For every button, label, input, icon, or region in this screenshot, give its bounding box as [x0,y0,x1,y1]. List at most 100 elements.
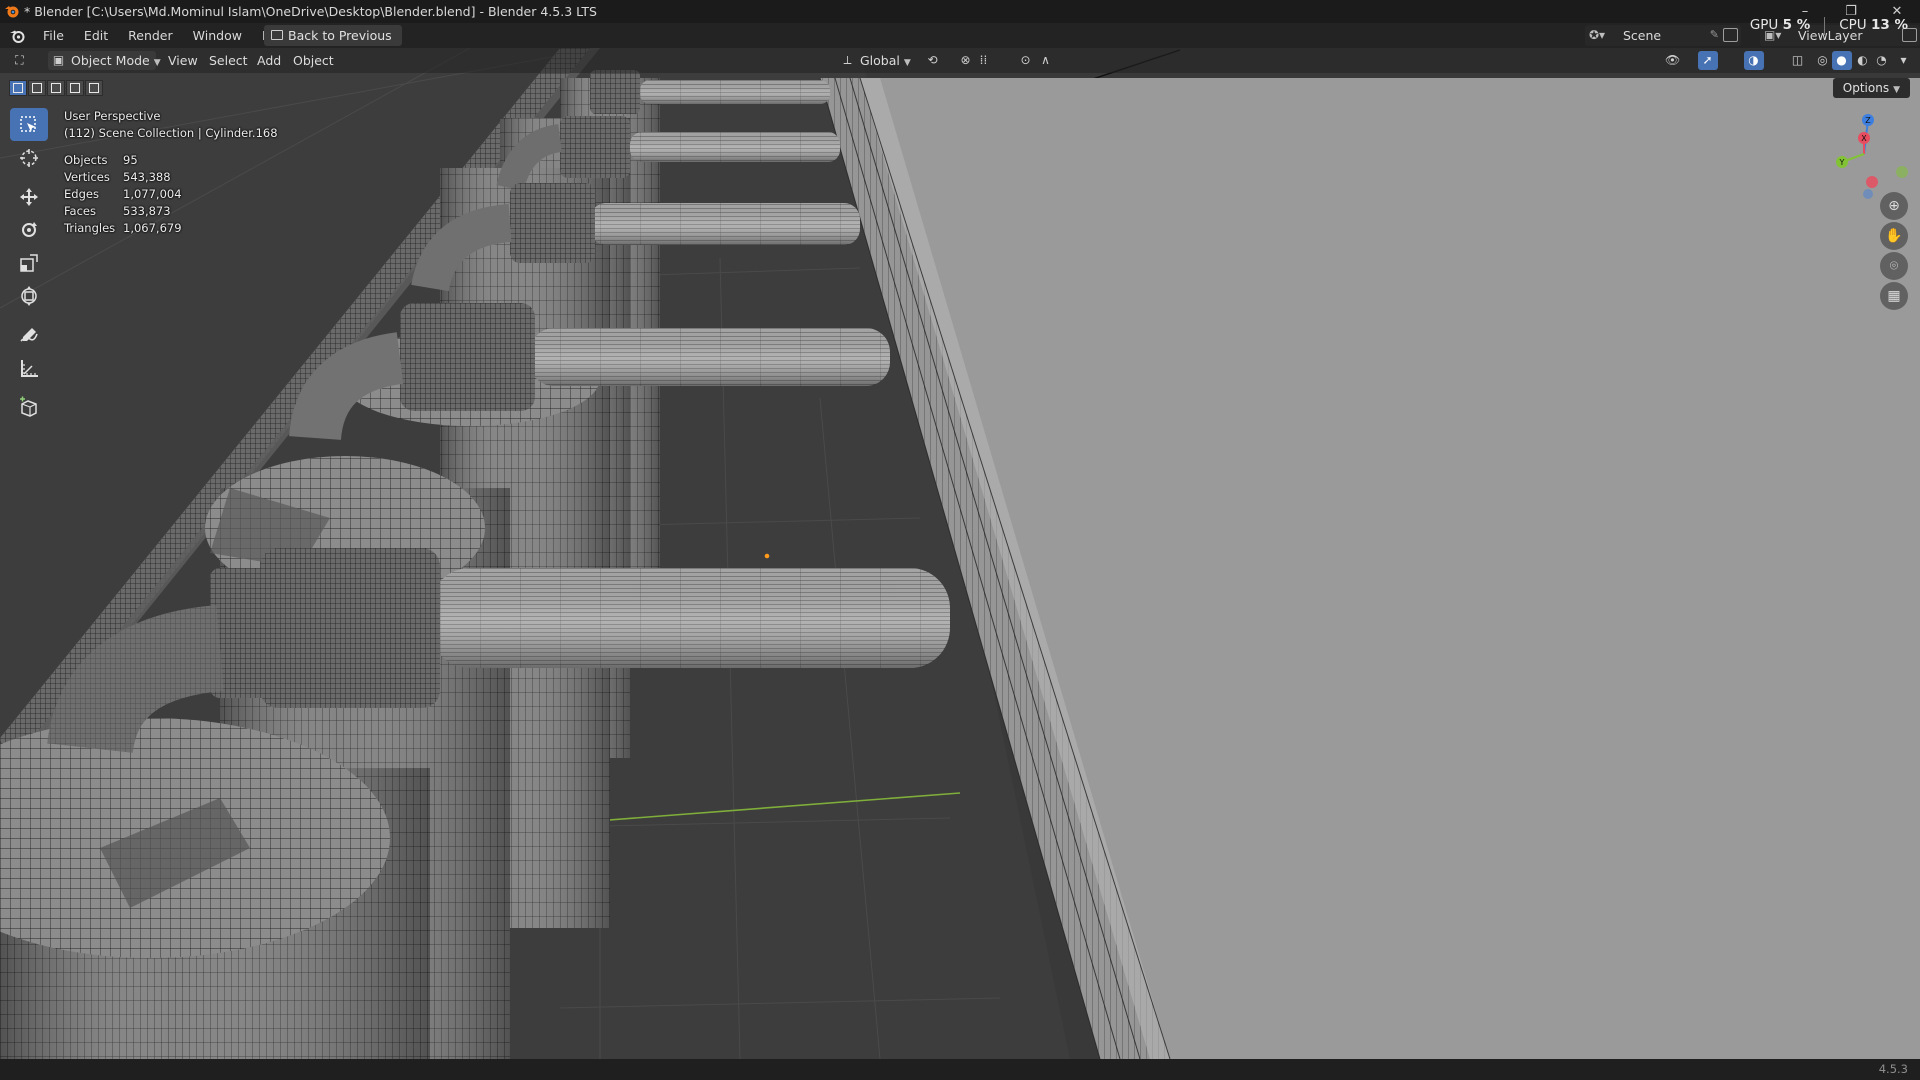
stat-value: 543,388 [123,170,171,184]
pan-hand-icon[interactable]: ✋ [1880,222,1908,250]
proportional-editing-icon[interactable]: ⊙ [1018,53,1033,68]
transform-tool[interactable] [10,279,48,312]
mode-label: Object Mode ▼ [71,53,161,68]
scale-tool[interactable] [10,246,48,279]
back-to-previous-label: Back to Previous [288,28,392,43]
falloff-icon[interactable]: ∧ [1038,53,1053,68]
pin-icon[interactable]: ✎ [1710,28,1719,41]
pivot-point-icon[interactable]: ⟲ [925,53,940,68]
navigation-buttons: ⊕ ✋ ⌾ ▦ [1880,192,1910,312]
zoom-icon[interactable]: ⊕ [1880,192,1908,220]
select-invert-icon[interactable] [66,80,84,96]
stat-label: Objects [64,153,108,167]
stat-label: Faces [64,204,96,218]
visibility-icon[interactable]: 👁 [1665,53,1680,68]
scene-selector[interactable]: ✪▾ Scene ✎ [1585,25,1741,46]
new-scene-icon[interactable] [1723,28,1738,42]
select-box-tool[interactable] [10,108,48,141]
move-icon [20,187,38,206]
material-shading-icon[interactable]: ◐ [1855,53,1870,68]
transform-icon [21,285,37,306]
performance-monitor: GPU 5 % CPU 13 % [1750,17,1908,35]
perspective-toggle-icon[interactable]: ▦ [1880,282,1908,310]
menu-render[interactable]: Render [118,23,183,48]
add-cube-tool[interactable] [10,390,48,423]
select-box-icon [20,115,36,132]
cursor-tool[interactable] [10,141,48,174]
measure-tool[interactable] [10,351,48,384]
menu-edit[interactable]: Edit [74,23,118,48]
viewport-header: ⛶ ▣ Object Mode ▼ View Select Add Object … [0,48,1920,73]
select-subtract-icon[interactable] [47,80,65,96]
select-extend-icon[interactable] [28,80,46,96]
editor-type-icon[interactable]: ⛶ [12,53,27,68]
annotate-tool[interactable] [10,318,48,351]
navigation-gizmo[interactable]: Z X Y [1818,110,1910,200]
gizmo-icon: ➚ [1702,53,1713,67]
cursor-icon [20,148,38,167]
measure-icon [21,359,38,377]
shading-options-icon[interactable]: ▾ [1896,53,1911,68]
screen-icon [271,30,283,40]
options-dropdown[interactable]: Options ▼ [1832,78,1910,98]
active-object-label: (112) Scene Collection | Cylinder.168 [64,126,278,140]
stat-value: 1,077,004 [123,187,182,201]
add-cube-icon [20,396,37,417]
blender-menu-icon[interactable] [9,28,25,44]
scene-name: Scene [1623,28,1662,43]
viewport-menu-select[interactable]: Select [209,51,248,70]
back-to-previous-button[interactable]: Back to Previous [264,25,402,46]
annotate-icon [20,327,38,342]
menu-window[interactable]: Window [183,23,252,48]
top-bar: File Edit Render Window Help Back to Pre… [0,23,1920,48]
stat-value: 1,067,679 [123,221,182,235]
scale-icon [20,253,38,272]
status-bar: 4.5.3 [0,1059,1920,1080]
camera-view-icon[interactable]: ⌾ [1880,252,1908,280]
gizmo-x-label: X [1861,134,1867,143]
title-bar: * Blender [C:\Users\Md.Mominul Islam\One… [0,0,1920,23]
wireframe-shading-icon[interactable]: ◎ [1815,53,1830,68]
move-tool[interactable] [10,180,48,213]
gizmo-neg-y-axis[interactable] [1896,166,1908,178]
overlay-icon: ◑ [1748,53,1759,67]
stat-value: 95 [123,153,138,167]
view-perspective-label: User Perspective [64,109,161,123]
gizmo-neg-x-axis[interactable] [1866,176,1878,188]
select-intersect-icon[interactable] [85,80,103,96]
transform-orientation-icon: ⟂ [843,53,852,67]
stat-label: Vertices [64,170,110,184]
origin-point [764,553,770,559]
gpu-usage: GPU 5 % [1749,17,1811,33]
stat-label: Triangles [64,221,116,235]
solid-shading-icon: ● [1836,53,1847,67]
viewport-scene[interactable] [0,48,1920,1059]
menu-file[interactable]: File [33,23,74,48]
gizmo-neg-z-axis[interactable] [1863,189,1873,199]
gizmo-z-label: Z [1865,116,1871,125]
window-title: * Blender [C:\Users\Md.Mominul Islam\One… [24,4,597,19]
rendered-shading-icon[interactable]: ◔ [1874,53,1889,68]
selection-mode-buttons [9,80,103,96]
scene-statistics: Objects 95 Vertices 543,388 Edges 1,077,… [64,152,278,237]
cpu-usage: CPU 13 % [1839,17,1908,33]
rotate-icon [22,221,37,237]
gizmo-y-label: Y [1839,158,1845,167]
transform-orientation-selector[interactable]: Global ▼ [860,51,911,70]
blender-logo-icon [5,6,19,18]
snap-icon[interactable]: ⊗ [958,53,973,68]
select-new-icon[interactable] [9,80,27,96]
viewport-menu-view[interactable]: View [168,51,198,70]
rotate-tool[interactable] [10,213,48,246]
main-menu: File Edit Render Window Help [33,23,300,48]
scene-icon: ✪▾ [1589,28,1606,42]
viewport-menu-add[interactable]: Add [257,51,281,70]
tool-shelf [10,108,48,423]
3d-viewport[interactable]: ⛶ ▣ Object Mode ▼ View Select Add Object … [0,48,1920,1059]
version-label: 4.5.3 [1878,1062,1908,1076]
perf-divider [1824,17,1826,35]
stat-value: 533,873 [123,204,171,218]
xray-icon[interactable]: ◫ [1790,53,1805,68]
snap-target-icon[interactable]: ⁞⁞ [976,53,991,68]
viewport-menu-object[interactable]: Object [293,51,334,70]
